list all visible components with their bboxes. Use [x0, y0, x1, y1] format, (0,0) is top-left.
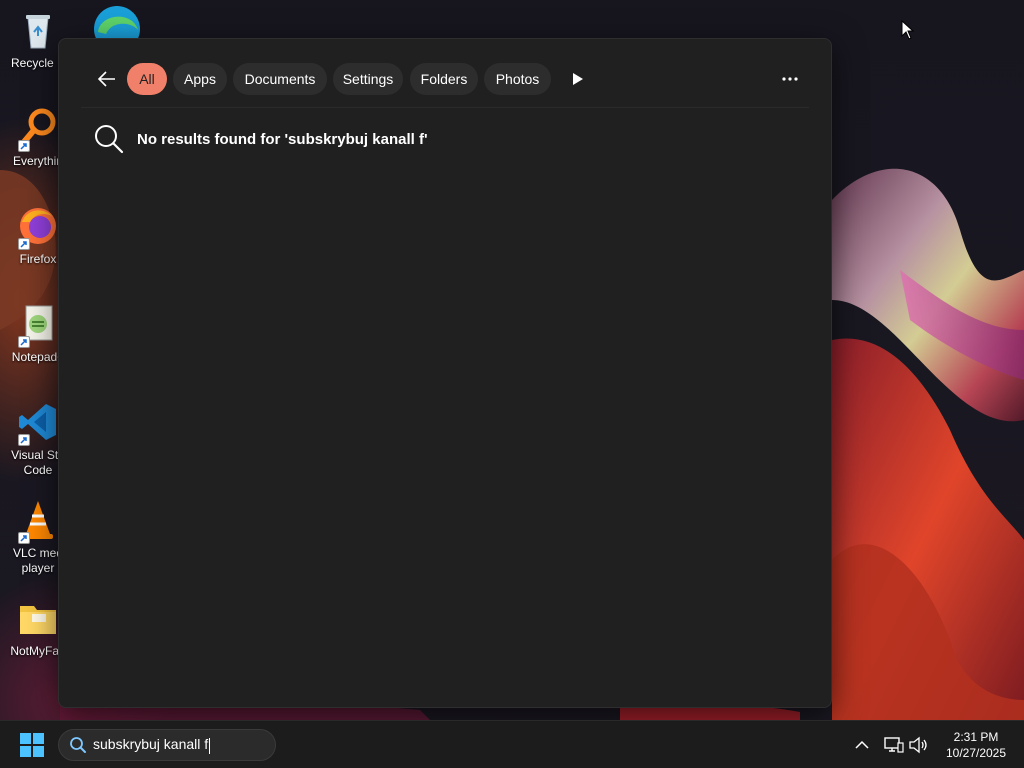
vscode-icon — [16, 400, 60, 446]
folder-icon — [16, 596, 60, 640]
firefox-icon — [16, 204, 60, 250]
back-button[interactable] — [93, 65, 121, 93]
no-results-row: No results found for 'subskrybuj kanall … — [93, 121, 428, 157]
shortcut-arrow-icon — [18, 238, 30, 250]
filter-settings[interactable]: Settings — [333, 63, 403, 95]
search-filter-bar: All Apps Documents Settings Folders Phot… — [59, 61, 831, 97]
shortcut-arrow-icon — [18, 336, 30, 348]
chevron-up-icon — [855, 740, 869, 749]
more-filters-button[interactable] — [564, 65, 592, 93]
mouse-cursor-icon — [901, 20, 915, 40]
edge-icon[interactable] — [92, 4, 142, 38]
taskbar-search-box[interactable]: subskrybuj kanall f — [58, 729, 276, 761]
filter-documents[interactable]: Documents — [233, 63, 327, 95]
filter-apps[interactable]: Apps — [173, 63, 227, 95]
clock-time: 2:31 PM — [953, 730, 999, 744]
windows-start-icon — [20, 733, 44, 757]
notepad-plus-plus-icon — [16, 302, 60, 348]
vlc-icon — [16, 498, 60, 544]
network-icon — [884, 737, 904, 753]
recycle-bin-icon — [16, 8, 60, 52]
taskbar: subskrybuj kanall f 2:31 PM 10/27/2025 — [0, 720, 1024, 768]
network-button[interactable] — [882, 733, 906, 757]
back-arrow-icon — [97, 71, 115, 87]
text-caret — [209, 737, 211, 754]
show-hidden-icons-button[interactable] — [850, 733, 874, 757]
filter-folders[interactable]: Folders — [410, 63, 478, 95]
filter-divider — [81, 107, 809, 108]
clock-date: 10/27/2025 — [945, 746, 1007, 760]
more-options-button[interactable] — [776, 65, 804, 93]
shortcut-arrow-icon — [18, 532, 30, 544]
taskbar-clock[interactable]: 2:31 PM 10/27/2025 — [936, 729, 1016, 761]
volume-icon — [909, 736, 927, 754]
play-icon — [573, 73, 583, 85]
search-icon — [70, 737, 86, 753]
filter-all[interactable]: All — [127, 63, 167, 95]
no-results-message: No results found for 'subskrybuj kanall … — [137, 130, 428, 148]
shortcut-arrow-icon — [18, 434, 30, 446]
everything-search-icon — [16, 106, 60, 152]
shortcut-arrow-icon — [18, 140, 30, 152]
volume-button[interactable] — [906, 733, 930, 757]
search-icon — [95, 125, 124, 154]
search-results-panel: All Apps Documents Settings Folders Phot… — [58, 38, 832, 708]
filter-photos[interactable]: Photos — [484, 63, 551, 95]
more-options-icon — [782, 77, 798, 81]
start-button[interactable] — [14, 731, 50, 759]
taskbar-search-input[interactable]: subskrybuj kanall f — [93, 736, 211, 754]
